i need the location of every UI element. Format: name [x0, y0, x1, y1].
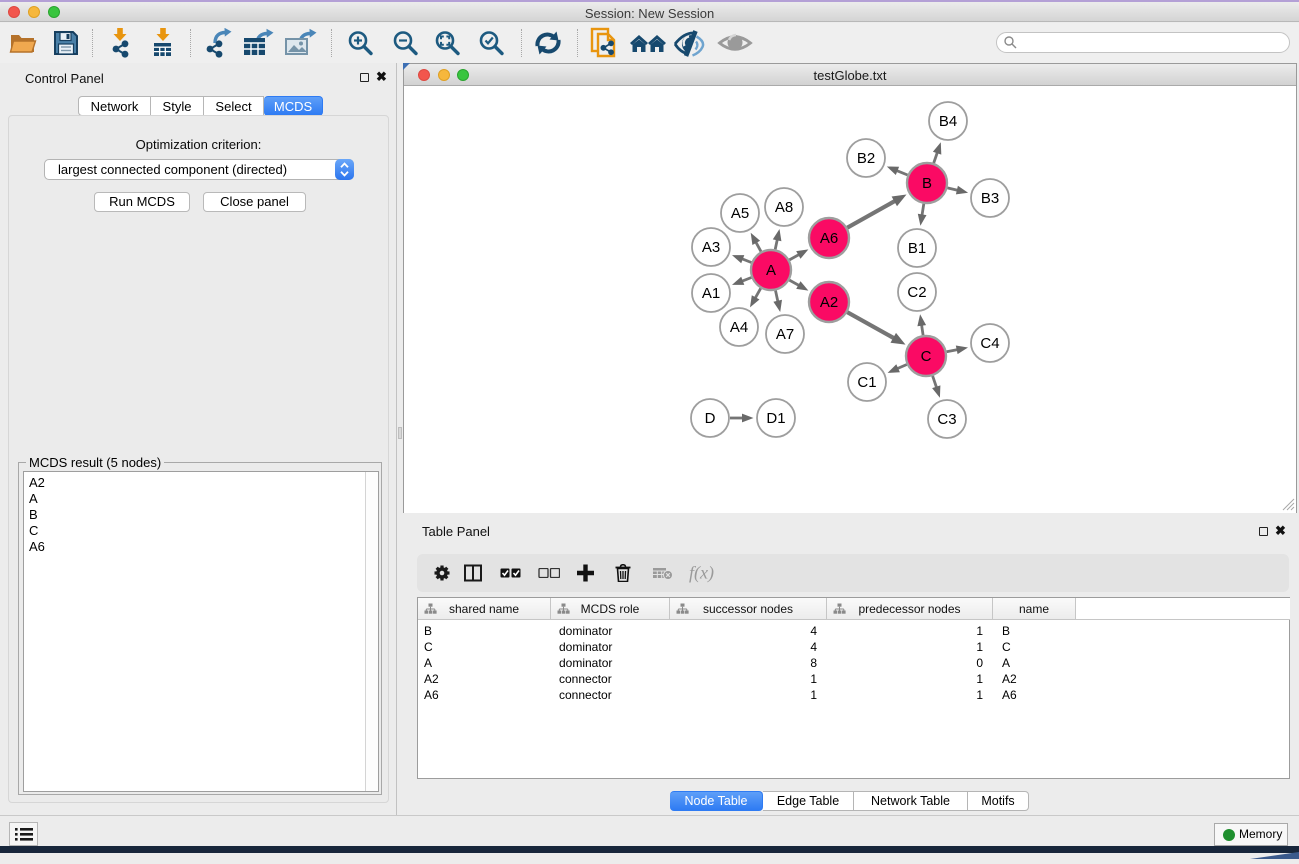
svg-text:C: C [921, 348, 932, 365]
svg-text:B2: B2 [857, 150, 875, 167]
svg-text:A8: A8 [775, 199, 793, 216]
svg-text:A7: A7 [776, 326, 794, 343]
svg-text:C2: C2 [907, 284, 926, 301]
svg-text:A2: A2 [820, 294, 838, 311]
svg-text:B: B [922, 175, 932, 192]
svg-text:D1: D1 [766, 410, 785, 427]
svg-text:C3: C3 [937, 411, 956, 428]
svg-text:A1: A1 [702, 285, 720, 302]
svg-text:C4: C4 [980, 335, 999, 352]
svg-text:B3: B3 [981, 190, 999, 207]
svg-text:A3: A3 [702, 239, 720, 256]
svg-text:D: D [705, 410, 716, 427]
svg-text:B1: B1 [908, 240, 926, 257]
svg-text:A4: A4 [730, 319, 748, 336]
svg-text:C1: C1 [857, 374, 876, 391]
svg-text:B4: B4 [939, 113, 957, 130]
svg-text:A: A [766, 262, 776, 279]
svg-text:A6: A6 [820, 230, 838, 247]
svg-text:A5: A5 [731, 205, 749, 222]
